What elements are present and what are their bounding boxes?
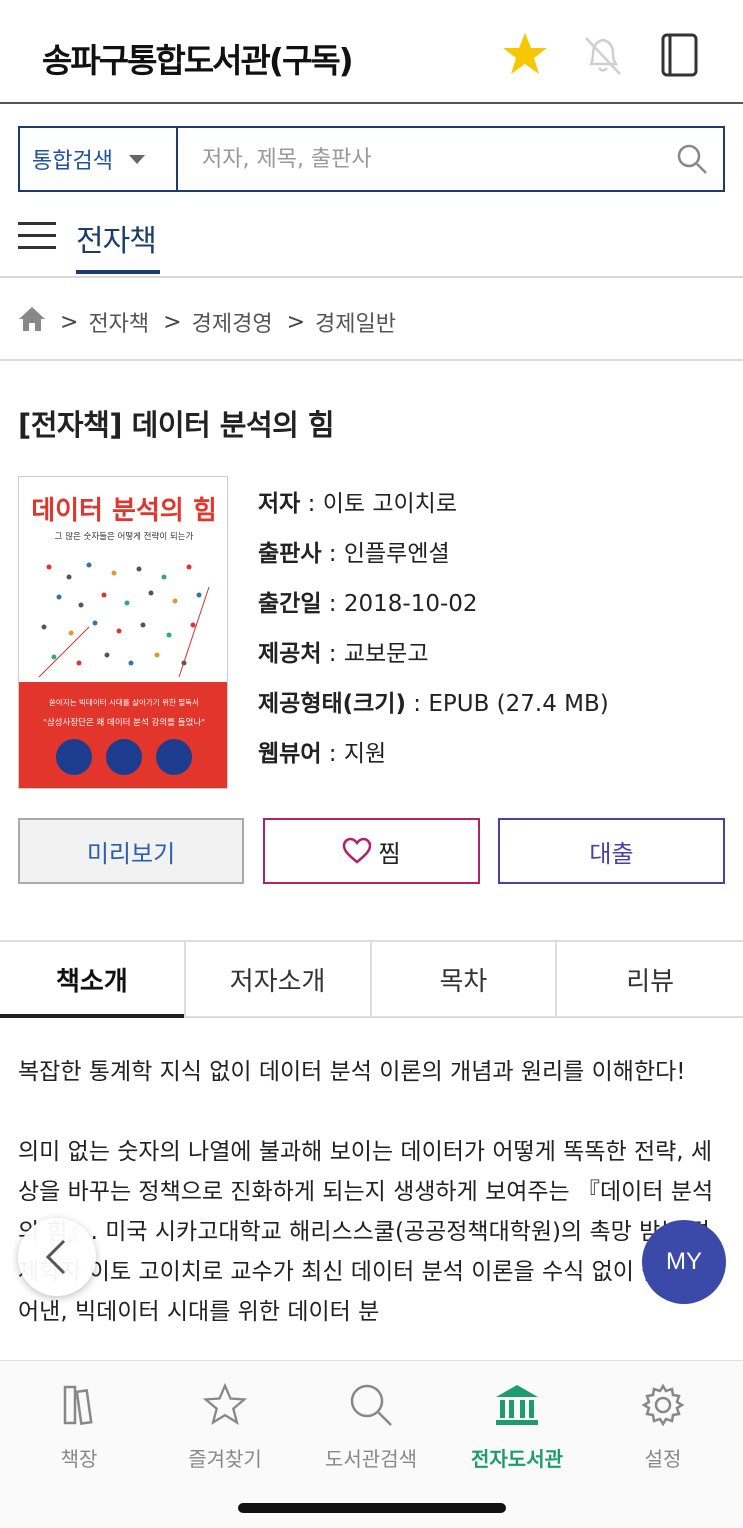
tab-author-intro[interactable]: 저자소개 bbox=[186, 942, 372, 1016]
meta-publisher: 출판사 : 인플루엔셜 bbox=[258, 541, 450, 567]
detail-tabs: 책소개 저자소개 목차 리뷰 bbox=[0, 940, 743, 1018]
publisher-value[interactable]: 인플루엔셜 bbox=[344, 541, 450, 567]
app-header: 송파구통합도서관(구독) bbox=[0, 0, 743, 104]
meta-provider: 제공처 : 교보문고 bbox=[258, 641, 429, 667]
preview-button[interactable]: 미리보기 bbox=[18, 818, 244, 884]
chevron-left-icon bbox=[45, 1239, 66, 1275]
cover-subtitle: 그 많은 숫자들은 어떻게 전략이 되는가 bbox=[55, 531, 194, 542]
tab-ebook[interactable]: 전자책 bbox=[76, 216, 157, 260]
nav-label: 도서관검색 bbox=[325, 1447, 417, 1471]
book-cover-image[interactable]: 데이터 분석의 힘 그 많은 숫자들은 어떻게 전략이 되는가 쏟아지는 빅데이… bbox=[18, 476, 228, 789]
search-scope-label: 통합검색 bbox=[32, 149, 113, 174]
category-nav: 전자책 bbox=[0, 200, 743, 278]
provider-value: 교보문고 bbox=[343, 641, 429, 667]
book-meta: 저자 : 이토 고이치로 출판사 : 인플루엔셜 출간일 : 2018-10-0… bbox=[258, 484, 609, 784]
back-button[interactable] bbox=[18, 1218, 96, 1296]
home-icon[interactable] bbox=[18, 306, 46, 338]
search-icon bbox=[298, 1379, 444, 1431]
breadcrumb-economy[interactable]: 경제일반 bbox=[315, 306, 396, 338]
book-description: 복잡한 통계학 지식 없이 데이터 분석 이론의 개념과 원리를 이해한다! 의… bbox=[18, 1052, 728, 1372]
cover-band-quote: "삼성사장단은 왜 데이터 분석 강의를 들었나" bbox=[43, 717, 205, 728]
star-icon[interactable] bbox=[500, 30, 550, 80]
book-icon[interactable] bbox=[655, 30, 705, 80]
loan-button[interactable]: 대출 bbox=[498, 818, 725, 884]
nav-label: 전자도서관 bbox=[471, 1447, 563, 1471]
search-bar: 통합검색 bbox=[18, 126, 725, 192]
meta-author: 저자 : 이토 고이치로 bbox=[258, 491, 457, 517]
date-value: 2018-10-02 bbox=[343, 591, 478, 617]
nav-favorites[interactable]: 즐겨찾기 bbox=[152, 1379, 298, 1472]
search-input[interactable] bbox=[178, 128, 661, 190]
meta-date: 출간일 : 2018-10-02 bbox=[258, 591, 478, 617]
favorite-label: 찜 bbox=[378, 839, 401, 868]
cover-band-text: 쏟아지는 빅데이터 시대를 살아가기 위한 필독서 bbox=[49, 697, 199, 707]
my-button[interactable]: MY bbox=[642, 1220, 726, 1304]
author-value[interactable]: 이토 고이치로 bbox=[323, 491, 457, 517]
nav-settings[interactable]: 설정 bbox=[590, 1379, 736, 1472]
star-outline-icon bbox=[152, 1379, 298, 1431]
breadcrumb: > 전자책 > 경제경영 > 경제일반 bbox=[18, 302, 396, 342]
hamburger-menu-icon[interactable] bbox=[18, 220, 58, 252]
app-title: 송파구통합도서관(구독) bbox=[42, 41, 354, 80]
meta-viewer: 웹뷰어 : 지원 bbox=[258, 741, 387, 767]
breadcrumb-separator: > bbox=[286, 309, 306, 335]
nav-library-search[interactable]: 도서관검색 bbox=[298, 1379, 444, 1472]
category-underline bbox=[76, 270, 160, 274]
nav-label: 설정 bbox=[644, 1447, 682, 1471]
tab-review[interactable]: 리뷰 bbox=[557, 942, 743, 1016]
nav-label: 책장 bbox=[60, 1447, 98, 1471]
chevron-down-icon bbox=[128, 154, 145, 164]
book-title: [전자책] 데이터 분석의 힘 bbox=[18, 408, 335, 442]
viewer-value: 지원 bbox=[343, 741, 387, 767]
nav-bookshelf[interactable]: 책장 bbox=[6, 1379, 152, 1472]
description-paragraph: 복잡한 통계학 지식 없이 데이터 분석 이론의 개념과 원리를 이해한다! bbox=[18, 1059, 686, 1085]
breadcrumb-ebook[interactable]: 전자책 bbox=[88, 306, 149, 338]
format-value: EPUB (27.4 MB) bbox=[428, 691, 609, 717]
cover-title: 데이터 분석의 힘 bbox=[31, 496, 217, 526]
library-icon bbox=[444, 1379, 590, 1431]
search-icon[interactable] bbox=[661, 128, 723, 190]
breadcrumb-separator: > bbox=[163, 309, 182, 335]
bell-off-icon[interactable] bbox=[578, 30, 628, 80]
home-indicator[interactable] bbox=[238, 1503, 506, 1513]
search-scope-select[interactable]: 통합검색 bbox=[20, 128, 178, 190]
description-paragraph: 의미 없는 숫자의 나열에 불과해 보이는 데이터가 어떻게 똑똑한 전략, 세… bbox=[18, 1139, 714, 1325]
meta-format: 제공형태(크기) : EPUB (27.4 MB) bbox=[258, 691, 609, 717]
bookshelf-icon bbox=[6, 1379, 152, 1431]
tab-toc[interactable]: 목차 bbox=[372, 942, 558, 1016]
nav-label: 즐겨찾기 bbox=[188, 1447, 262, 1471]
gear-icon bbox=[590, 1379, 736, 1431]
breadcrumb-business[interactable]: 경제경영 bbox=[192, 306, 273, 338]
nav-e-library[interactable]: 전자도서관 bbox=[444, 1379, 590, 1472]
breadcrumb-separator: > bbox=[60, 309, 79, 335]
tab-book-intro[interactable]: 책소개 bbox=[0, 942, 186, 1018]
favorite-button[interactable]: 찜 bbox=[263, 818, 480, 884]
divider bbox=[0, 359, 743, 361]
heart-icon bbox=[343, 837, 372, 864]
